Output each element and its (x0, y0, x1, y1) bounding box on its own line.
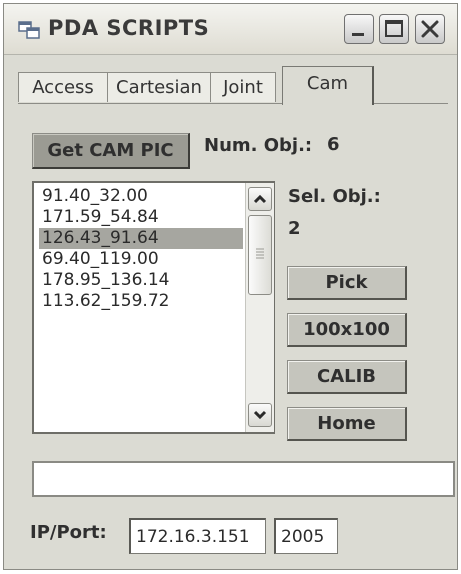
tab-label: Cartesian (116, 77, 202, 98)
minimize-icon (352, 33, 364, 36)
list-item[interactable]: 113.62_159.72 (39, 291, 243, 312)
chevron-up-icon (253, 194, 267, 204)
tab-access[interactable]: Access (18, 72, 108, 102)
maximize-button[interactable] (379, 14, 409, 44)
object-list[interactable]: 91.40_32.00 171.59_54.84 126.43_91.64 69… (32, 181, 275, 434)
tab-cam[interactable]: Cam (282, 66, 374, 105)
list-item[interactable]: 178.95_136.14 (39, 270, 243, 291)
grip-icon (256, 248, 264, 259)
scroll-thumb[interactable] (248, 215, 272, 295)
home-button[interactable]: Home (287, 407, 407, 441)
status-field[interactable] (32, 461, 455, 497)
tab-label: Joint (223, 77, 263, 98)
list-item[interactable]: 69.40_119.00 (39, 249, 243, 270)
ip-address-field[interactable]: 172.16.3.151 (129, 518, 266, 554)
maximize-icon (385, 20, 403, 37)
tab-label: Cam (306, 73, 349, 94)
sel-obj-label: Sel. Obj.: (288, 186, 381, 207)
scroll-up-button[interactable] (248, 187, 272, 211)
close-button[interactable] (415, 14, 445, 44)
window-title: PDA SCRIPTS (48, 16, 210, 40)
chevron-down-icon (253, 410, 267, 420)
tab-label: Access (32, 77, 94, 98)
calib-button[interactable]: CALIB (287, 360, 407, 394)
tab-panel-border (18, 103, 448, 104)
tab-joint[interactable]: Joint (210, 72, 276, 102)
sel-obj-value: 2 (288, 218, 301, 239)
get-cam-pic-button[interactable]: Get CAM PIC (32, 133, 190, 169)
num-obj-value: 6 (327, 134, 340, 155)
object-list-items: 91.40_32.00 171.59_54.84 126.43_91.64 69… (39, 186, 243, 312)
list-scrollbar[interactable] (245, 183, 274, 432)
tab-cartesian[interactable]: Cartesian (107, 72, 211, 102)
num-obj-label: Num. Obj.: (204, 135, 313, 156)
scroll-down-button[interactable] (248, 403, 272, 427)
list-item-selected[interactable]: 126.43_91.64 (39, 228, 243, 249)
app-window: PDA SCRIPTS Access Cartesian Joint Cam G… (3, 3, 458, 570)
application-window-icon (18, 21, 40, 39)
size-100x100-button[interactable]: 100x100 (287, 313, 407, 347)
list-item[interactable]: 171.59_54.84 (39, 207, 243, 228)
close-icon (421, 20, 439, 38)
ip-port-label: IP/Port: (30, 522, 107, 543)
minimize-button[interactable] (344, 14, 374, 44)
port-field[interactable]: 2005 (274, 518, 338, 554)
pick-button[interactable]: Pick (287, 266, 407, 300)
tab-strip: Access Cartesian Joint Cam (18, 66, 448, 105)
title-bar[interactable]: PDA SCRIPTS (4, 4, 457, 55)
list-item[interactable]: 91.40_32.00 (39, 186, 243, 207)
